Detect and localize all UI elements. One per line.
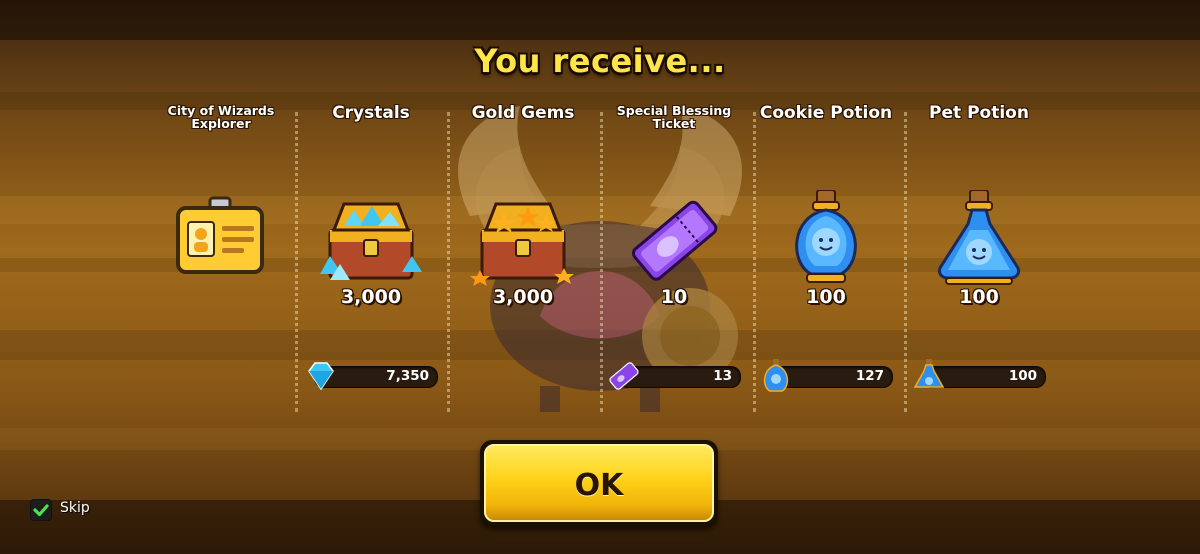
cookie-potion-icon (763, 359, 789, 392)
reward-amount: 3,000 (340, 286, 402, 308)
skip-label: Skip (60, 500, 90, 516)
owned-amount: 100 (1008, 368, 1037, 384)
reward-name: Pet Potion (929, 103, 1029, 123)
owned-counter: 100 (913, 359, 1046, 388)
reward-card-blessing-ticket: Special Blessing Ticket 10 13 (599, 100, 749, 410)
ok-button[interactable]: OK (480, 440, 718, 526)
ok-button-label: OK (574, 468, 624, 503)
reward-amount: 100 (959, 286, 999, 308)
reward-name: Gold Gems (471, 103, 575, 123)
crystal-chest-icon (320, 202, 422, 280)
reward-name: Crystals (332, 103, 410, 123)
reward-card-pet-potion: Pet Potion 100 100 (904, 100, 1054, 410)
reward-name: Cookie Potion (759, 103, 893, 123)
reward-card-explorer-title: City of Wizards Explorer (146, 100, 296, 410)
ok-button-face[interactable]: OK (484, 444, 714, 522)
blessing-ticket-icon (631, 200, 718, 281)
owned-counter: 13 (609, 362, 741, 390)
id-badge-icon (176, 196, 264, 274)
reward-name: Special Blessing Ticket (616, 103, 732, 131)
owned-amount: 13 (713, 368, 732, 384)
owned-counter: 7,350 (308, 362, 438, 391)
reward-card-cookie-potion: Cookie Potion 100 127 (751, 100, 901, 410)
owned-amount: 7,350 (386, 368, 429, 384)
cookie-potion-icon (795, 190, 857, 283)
reward-card-crystals: Crystals 3,000 7,350 (296, 100, 446, 410)
reward-amount: 100 (806, 286, 846, 308)
crystal-icon (308, 362, 334, 391)
checkmark-icon (33, 504, 49, 517)
ticket-icon (609, 362, 639, 390)
bg-stripe (0, 0, 1200, 40)
owned-amount: 127 (855, 368, 884, 384)
skip-checkbox[interactable] (30, 499, 52, 521)
reward-amount: 10 (660, 286, 688, 308)
reward-card-gold-gems: Gold Gems 3,000 (448, 100, 598, 410)
reward-amount: 3,000 (492, 286, 554, 308)
gold-gem-chest-icon (470, 202, 574, 286)
owned-counter: 127 (763, 359, 893, 392)
pet-potion-icon (938, 190, 1020, 285)
reward-name: City of Wizards Explorer (167, 103, 275, 131)
pet-potion-icon (913, 359, 945, 388)
page-title: You receive... (474, 42, 726, 80)
